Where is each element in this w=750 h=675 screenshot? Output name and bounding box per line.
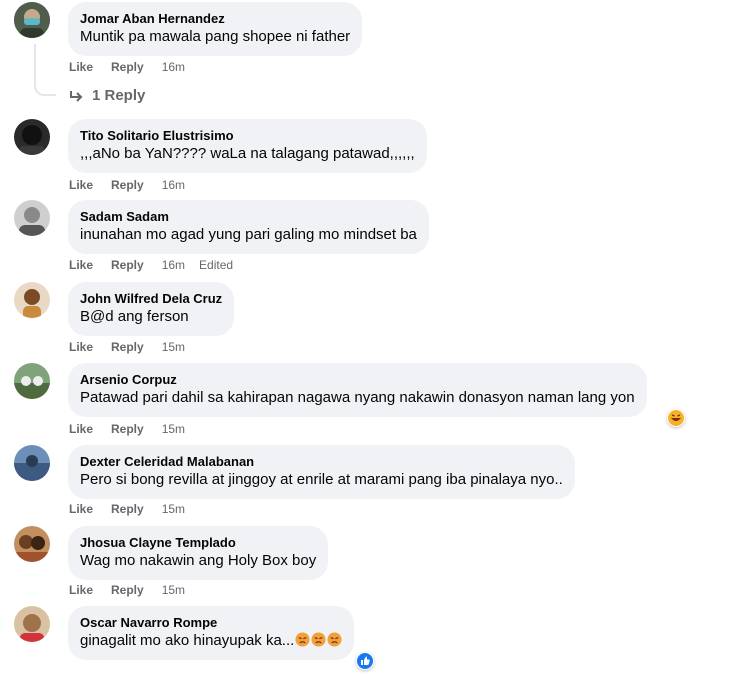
- avatar[interactable]: [14, 363, 50, 399]
- comment-timestamp[interactable]: 15m: [162, 340, 185, 354]
- comment-actions: Like Reply 15m: [69, 422, 203, 436]
- avatar[interactable]: [14, 445, 50, 481]
- edited-label: Edited: [199, 258, 234, 272]
- reply-button[interactable]: Reply: [111, 60, 144, 74]
- reply-button[interactable]: Reply: [111, 178, 144, 192]
- avatar[interactable]: [14, 606, 50, 642]
- comment-actions: Like Reply 15m: [69, 340, 203, 354]
- reply-button[interactable]: Reply: [111, 258, 144, 272]
- comment-bubble: Dexter Celeridad Malabanan Pero si bong …: [68, 445, 575, 499]
- reply-arrow-icon: [70, 90, 83, 102]
- reply-button[interactable]: Reply: [111, 340, 144, 354]
- avatar[interactable]: [14, 2, 50, 38]
- comment-author[interactable]: Arsenio Corpuz: [80, 371, 635, 388]
- comment-timestamp[interactable]: 15m: [162, 502, 185, 516]
- comment-author[interactable]: Jhosua Clayne Templado: [80, 534, 316, 551]
- comment-text-content: ginagalit mo ako hinayupak ka...: [80, 632, 295, 649]
- angry-emoji-icon: [295, 632, 310, 647]
- comment-actions: Like Reply 16m: [69, 60, 203, 74]
- reply-button[interactable]: Reply: [111, 502, 144, 516]
- comment-text: Wag mo nakawin ang Holy Box boy: [80, 552, 317, 569]
- thread-connector: [34, 44, 56, 96]
- avatar[interactable]: [14, 526, 50, 562]
- avatar[interactable]: [14, 200, 50, 236]
- avatar[interactable]: [14, 119, 50, 155]
- comment-author[interactable]: Tito Solitario Elustrisimo: [80, 127, 415, 144]
- comment-timestamp[interactable]: 16m: [162, 60, 185, 74]
- haha-icon[interactable]: [667, 409, 685, 427]
- reply-button[interactable]: Reply: [111, 422, 144, 436]
- comment-author[interactable]: Dexter Celeridad Malabanan: [80, 453, 563, 470]
- replies-count: 1 Reply: [92, 87, 146, 104]
- comment-text: Muntik pa mawala pang shopee ni father: [80, 28, 351, 45]
- like-button[interactable]: Like: [69, 340, 93, 354]
- comment-actions: Like Reply 16m Edited: [69, 258, 251, 272]
- view-replies-link[interactable]: 1 Reply: [68, 87, 145, 104]
- comment-actions: Like Reply 15m: [69, 583, 203, 597]
- comment-text: Pero si bong revilla at jinggoy at enril…: [80, 471, 563, 488]
- angry-emoji-icon: [327, 632, 342, 647]
- angry-emoji-icon: [311, 632, 326, 647]
- comment-bubble: Jhosua Clayne Templado Wag mo nakawin an…: [68, 526, 329, 580]
- comment-timestamp[interactable]: 15m: [162, 583, 185, 597]
- avatar[interactable]: [14, 282, 50, 318]
- like-button[interactable]: Like: [69, 178, 93, 192]
- comment-text: B@d ang ferson: [80, 308, 189, 325]
- comment-actions: Like Reply 15m: [69, 502, 203, 516]
- comment-bubble: John Wilfred Dela Cruz B@d ang ferson: [68, 282, 235, 336]
- comment-bubble: Tito Solitario Elustrisimo ,,,aNo ba YaN…: [68, 119, 427, 173]
- like-button[interactable]: Like: [69, 583, 93, 597]
- like-button[interactable]: Like: [69, 60, 93, 74]
- comment-timestamp[interactable]: 15m: [162, 422, 185, 436]
- comment-text: ginagalit mo ako hinayupak ka...: [80, 631, 342, 651]
- comment-timestamp[interactable]: 16m: [162, 178, 185, 192]
- comment-text: inunahan mo agad yung pari galing mo min…: [80, 226, 417, 243]
- comment-bubble: Oscar Navarro Rompe ginagalit mo ako hin…: [68, 606, 355, 660]
- comment-actions: Like Reply 16m: [69, 178, 203, 192]
- comment-timestamp[interactable]: 16m: [162, 258, 185, 272]
- like-button[interactable]: Like: [69, 502, 93, 516]
- like-button[interactable]: Like: [69, 422, 93, 436]
- comment-author[interactable]: Jomar Aban Hernandez: [80, 10, 350, 27]
- reply-button[interactable]: Reply: [111, 583, 144, 597]
- comment-bubble: Jomar Aban Hernandez Muntik pa mawala pa…: [68, 2, 363, 56]
- comment-author[interactable]: John Wilfred Dela Cruz: [80, 290, 222, 307]
- like-button[interactable]: Like: [69, 258, 93, 272]
- comment-bubble: Arsenio Corpuz Patawad pari dahil sa kah…: [68, 363, 647, 417]
- comment-author[interactable]: Oscar Navarro Rompe: [80, 614, 342, 631]
- comment-text: Patawad pari dahil sa kahirapan nagawa n…: [80, 389, 635, 406]
- comment-author[interactable]: Sadam Sadam: [80, 208, 417, 225]
- comment-bubble: Sadam Sadam inunahan mo agad yung pari g…: [68, 200, 429, 254]
- comment-text: ,,,aNo ba YaN???? waLa na talagang pataw…: [80, 145, 415, 162]
- like-icon[interactable]: [356, 652, 374, 670]
